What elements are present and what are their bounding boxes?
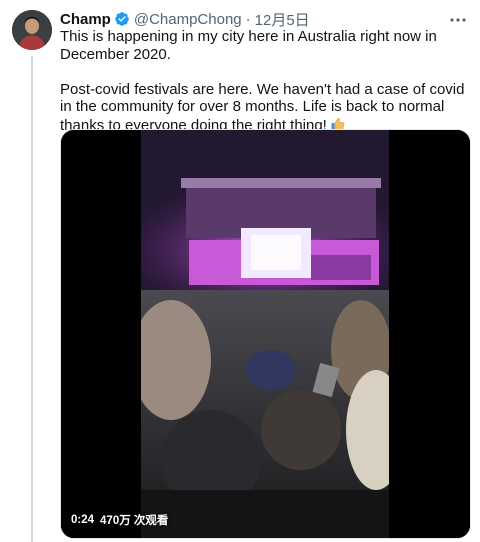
tweet-date[interactable]: 12月5日 <box>255 9 310 30</box>
avatar[interactable] <box>12 10 52 50</box>
video-views: 470万 次观看 <box>100 515 169 527</box>
tweet-text: This is happening in my city here in Aus… <box>60 28 468 134</box>
video-frame <box>61 130 470 538</box>
tweet-paragraph-2: Post-covid festivals are here. We haven'… <box>60 81 468 135</box>
tweet-paragraph-1: This is happening in my city here in Aus… <box>60 28 437 63</box>
verified-badge-icon <box>115 12 129 26</box>
tweet-paragraph-2-text: Post-covid festivals are here. We haven'… <box>60 80 465 134</box>
more-options-icon[interactable] <box>448 12 468 28</box>
tweet-header: Champ @ChampChong · 12月5日 <box>60 9 310 30</box>
separator-dot: · <box>245 10 251 28</box>
video-player[interactable]: 0:24 470万 次观看 <box>60 129 471 539</box>
video-duration: 0:24 <box>71 514 95 526</box>
video-overlay: 0:24 470万 次观看 <box>71 512 168 528</box>
author-handle[interactable]: @ChampChong <box>134 11 242 28</box>
author-name[interactable]: Champ <box>60 11 111 28</box>
avatar-image <box>12 10 52 50</box>
thread-line <box>31 56 33 542</box>
